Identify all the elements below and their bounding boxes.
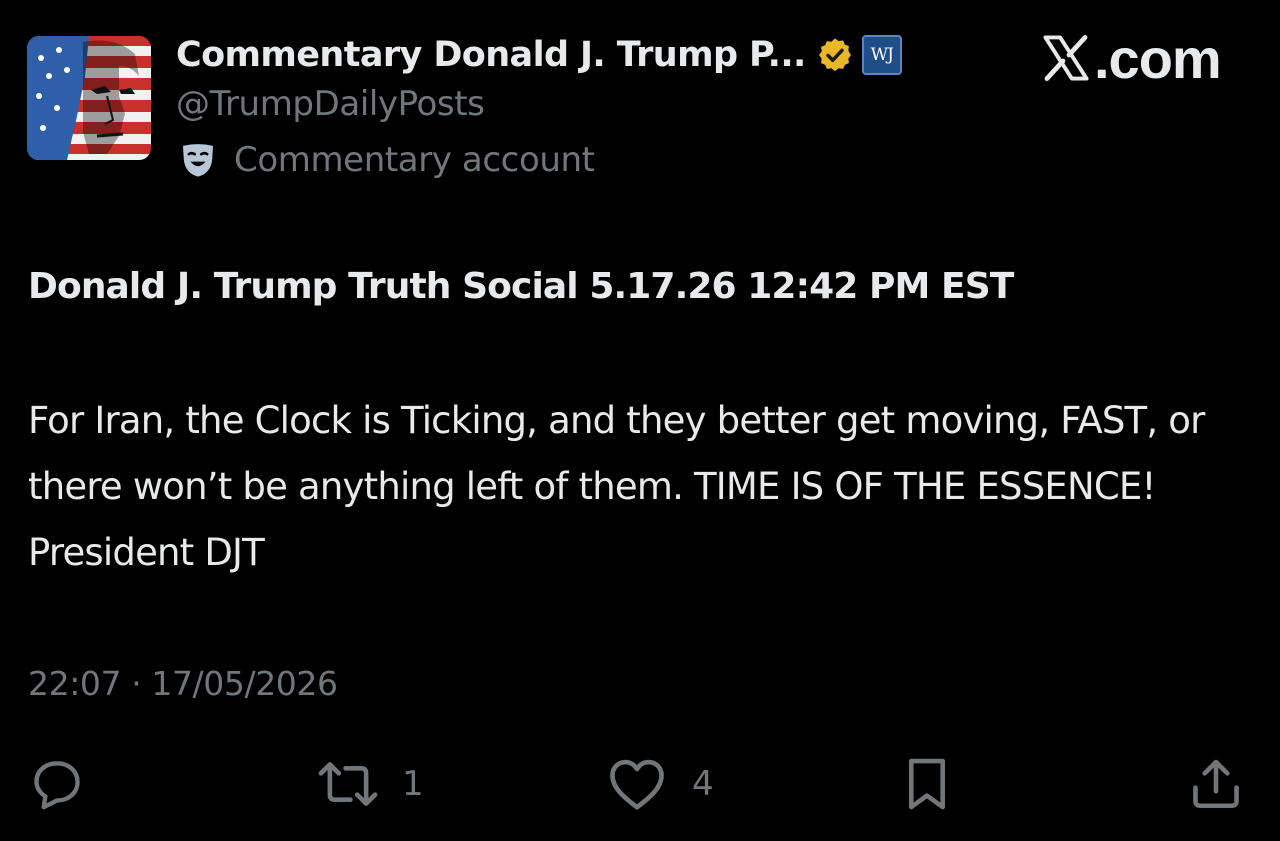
reply-button[interactable] (28, 752, 86, 816)
post-body-text: For Iran, the Clock is Ticking, and they… (28, 399, 1205, 574)
account-type-row: Commentary account (178, 140, 595, 180)
heart-icon (606, 755, 668, 813)
bookmark-icon (900, 755, 954, 813)
site-domain-suffix: .com (1094, 26, 1222, 90)
site-logo: .com (1040, 24, 1222, 92)
bookmark-button[interactable] (900, 752, 954, 816)
like-button[interactable]: 4 (606, 752, 714, 816)
post-timestamp[interactable]: 22:07 · 17/05/2026 (28, 664, 338, 703)
account-handle[interactable]: @TrumpDailyPosts (176, 84, 485, 124)
display-name[interactable]: Commentary Donald J. Trump P... (176, 35, 806, 75)
x-logo-icon (1040, 32, 1092, 84)
repost-icon (314, 755, 382, 813)
verified-badge-icon[interactable] (816, 36, 854, 74)
affiliate-badge[interactable]: WJ (861, 35, 902, 75)
account-type-label: Commentary account (234, 140, 595, 180)
share-button[interactable] (1186, 752, 1246, 816)
profile-avatar[interactable] (27, 36, 151, 160)
like-count: 4 (692, 764, 714, 804)
repost-count: 1 (402, 764, 424, 804)
share-icon (1186, 755, 1246, 813)
theater-mask-icon (178, 140, 218, 180)
repost-button[interactable]: 1 (314, 752, 424, 816)
display-name-row[interactable]: Commentary Donald J. Trump P... WJ (176, 30, 902, 80)
post-headline: Donald J. Trump Truth Social 5.17.26 12:… (28, 266, 1014, 307)
reply-icon (28, 755, 86, 813)
